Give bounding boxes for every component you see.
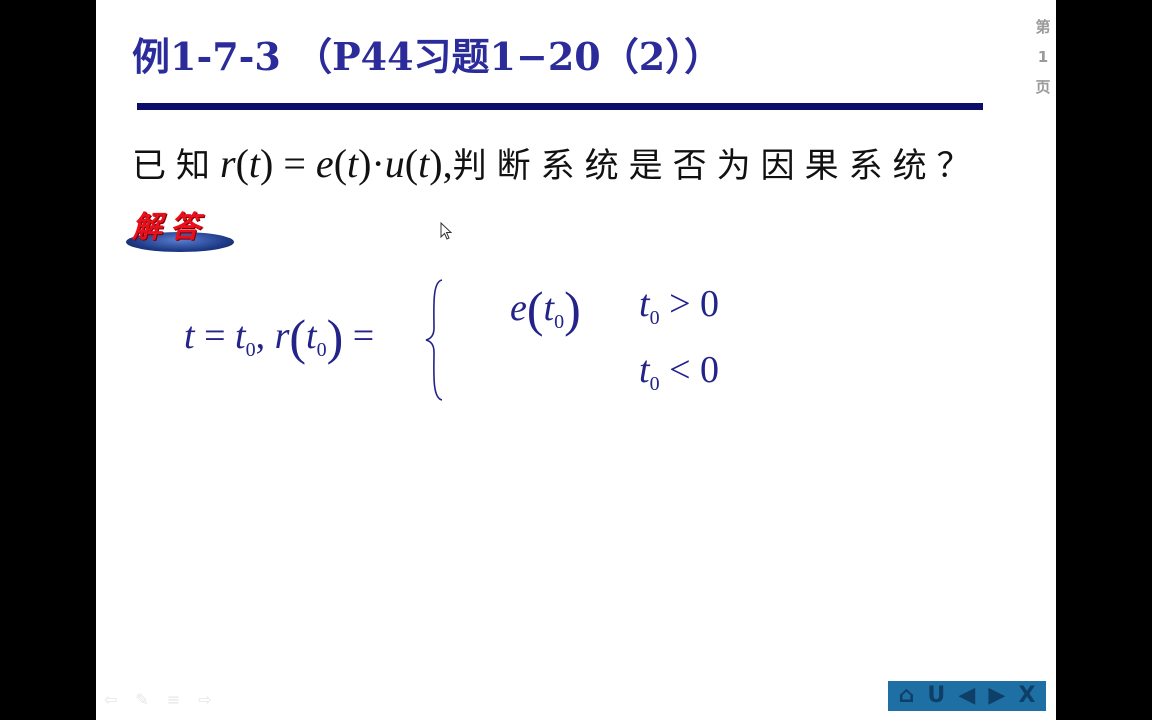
eq-var-r: r — [274, 315, 290, 357]
question-prefix: 已知 — [132, 146, 220, 186]
formula-lparen: ( — [404, 141, 419, 186]
close-icon[interactable]: X — [1018, 681, 1035, 711]
formula-r: r — [220, 141, 236, 186]
eq-equals: = — [194, 315, 235, 357]
next-slide-icon[interactable]: ▶ — [988, 681, 1005, 711]
eq-comma: , — [255, 315, 275, 357]
formula-t: t — [418, 141, 430, 186]
formula-comma: , — [442, 141, 453, 186]
formula-rparen: ) — [358, 141, 372, 186]
return-icon[interactable]: U — [927, 681, 945, 711]
eq-subscript: 0 — [245, 339, 256, 361]
prev-slide-icon[interactable]: ◀ — [958, 681, 975, 711]
formula-lparen: ( — [333, 141, 348, 186]
presentation-tools: ⇦ ✎ ≡ ⇨ — [104, 690, 212, 709]
eq-equals: = — [343, 315, 375, 357]
formula-equals: = — [273, 141, 316, 186]
answer-badge: 解答 — [124, 200, 236, 256]
case-arg-t: t — [543, 287, 555, 329]
cond-var-t: t — [639, 349, 650, 391]
formula-u: u — [384, 141, 405, 186]
title-divider — [137, 103, 983, 110]
cond-operator: < — [659, 349, 700, 391]
formula-rparen: ) — [429, 141, 443, 186]
formula-e: e — [315, 141, 334, 186]
cond-var-t: t — [639, 283, 650, 325]
cond-rhs: 0 — [700, 283, 719, 325]
slide-nav-bar: ⌂ U ◀ ▶ X — [888, 681, 1046, 711]
slide-title: 例1-7-3 （P44习题1−20（2）） — [132, 34, 723, 79]
case-2-condition: t0 < 0 — [639, 348, 719, 396]
formula-t: t — [347, 141, 359, 186]
equation-lhs: t = t0, r(t0) = — [184, 308, 374, 366]
case-subscript: 0 — [554, 311, 565, 333]
answer-badge-label: 解答 — [132, 210, 208, 245]
mouse-cursor-icon — [440, 222, 453, 240]
page-indicator: 第 1 页 — [1030, 12, 1056, 102]
eq-var-t0: t — [306, 315, 317, 357]
eq-var-t0: t — [235, 315, 246, 357]
slide: 例1-7-3 （P44习题1−20（2）） 第 1 页 已知r(t) = e(t… — [96, 0, 1056, 720]
eq-rparen: ) — [326, 309, 344, 365]
case-1-value: e(t0) — [510, 281, 581, 337]
cond-subscript: 0 — [649, 373, 660, 395]
prev-arrow-icon[interactable]: ⇦ — [104, 690, 117, 709]
case-1-condition: t0 > 0 — [639, 282, 719, 330]
cond-rhs: 0 — [700, 349, 719, 391]
formula-lparen: ( — [235, 141, 249, 186]
eq-subscript: 0 — [316, 339, 327, 361]
question-text: 已知r(t) = e(t)·u(t),判断系统是否为因果系统？ — [132, 138, 981, 187]
formula-dot: · — [371, 141, 385, 186]
case-fn-e: e — [510, 287, 527, 329]
cond-operator: > — [659, 283, 700, 325]
formula-rparen: ) — [260, 141, 274, 186]
page-number: 1 — [1037, 48, 1049, 66]
page-indicator-suffix: 页 — [1035, 78, 1051, 96]
eq-lparen: ( — [289, 309, 307, 365]
next-arrow-icon[interactable]: ⇨ — [198, 690, 211, 709]
menu-icon[interactable]: ≡ — [167, 690, 180, 709]
page-indicator-prefix: 第 — [1035, 18, 1051, 36]
home-icon[interactable]: ⌂ — [899, 681, 915, 711]
pen-icon[interactable]: ✎ — [135, 690, 148, 709]
question-suffix: 判断系统是否为因果系统？ — [452, 146, 981, 186]
cond-subscript: 0 — [649, 307, 660, 329]
left-brace — [425, 279, 443, 401]
formula-t: t — [248, 141, 261, 186]
eq-var-t: t — [184, 315, 195, 357]
